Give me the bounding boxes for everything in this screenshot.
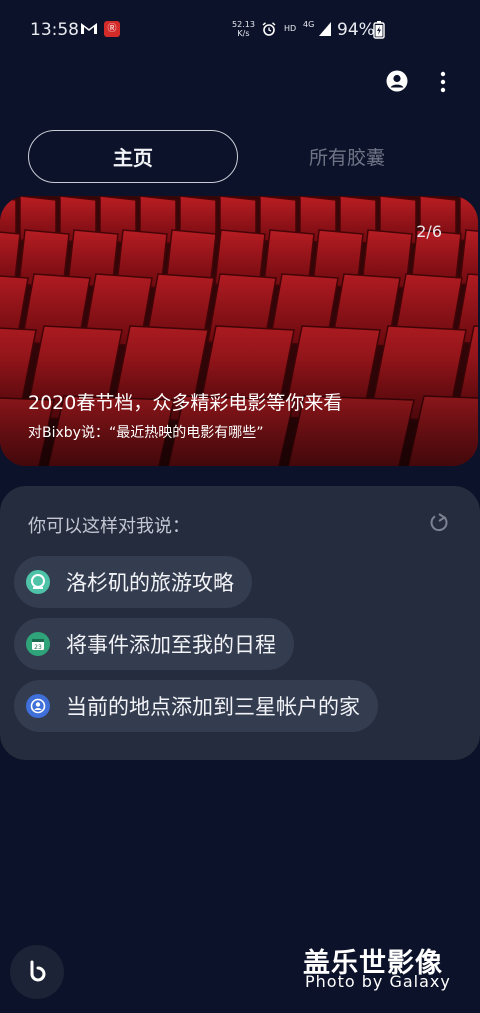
tab-home[interactable]: 主页 [28,130,238,183]
calendar-icon: 23 [26,632,50,656]
suggestions-card: 你可以这样对我说： 洛杉矶的旅游攻略 23 将事件添加至我的日程 当前的地点添加… [0,486,480,760]
travel-icon [26,570,50,594]
suggestion-label: 将事件添加至我的日程 [66,633,276,657]
suggestion-chip-travel[interactable]: 洛杉矶的旅游攻略 [14,556,252,608]
tab-home-label: 主页 [113,146,153,170]
status-bar: 13:58 Ⓡ 52.13 K/s HD 4G 94% [0,0,480,62]
suggestion-label: 洛杉矶的旅游攻略 [66,571,234,595]
suggestion-chip-home-location[interactable]: 当前的地点添加到三星帐户的家 [14,680,378,732]
samsung-account-icon [26,694,50,718]
hd-indicator: HD [284,24,297,33]
featured-banner[interactable]: 2/6 2020春节档，众多精彩电影等你来看 对Bixby说：“最近热映的电影有… [0,196,478,466]
bixby-button[interactable] [10,945,64,999]
account-icon[interactable] [386,70,408,92]
signal-icon [319,22,331,36]
status-time: 13:58 [30,20,79,40]
app-notification-icon: Ⓡ [104,21,120,37]
battery-charging-icon [373,21,385,39]
refresh-icon[interactable] [428,512,450,534]
svg-text:23: 23 [34,644,42,651]
watermark-subtitle: Photo by Galaxy [305,972,451,991]
banner-subtitle: 对Bixby说：“最近热映的电影有哪些” [28,425,264,441]
more-options-icon[interactable] [432,70,454,94]
alarm-icon [262,22,276,36]
suggestion-chip-calendar[interactable]: 23 将事件添加至我的日程 [14,618,294,670]
banner-page-counter: 2/6 [416,222,442,241]
bixby-icon [30,960,46,982]
gmail-icon [81,23,97,34]
tab-all-capsules-label: 所有胶囊 [308,147,385,169]
suggestion-label: 当前的地点添加到三星帐户的家 [66,695,360,719]
banner-title: 2020春节档，众多精彩电影等你来看 [28,392,343,414]
network-type: 4G [303,20,315,29]
suggestions-heading: 你可以这样对我说： [28,516,190,537]
battery-percent: 94% [337,20,375,40]
network-speed: 52.13 K/s [232,20,255,38]
tab-all-capsules[interactable]: 所有胶囊 [242,130,452,183]
